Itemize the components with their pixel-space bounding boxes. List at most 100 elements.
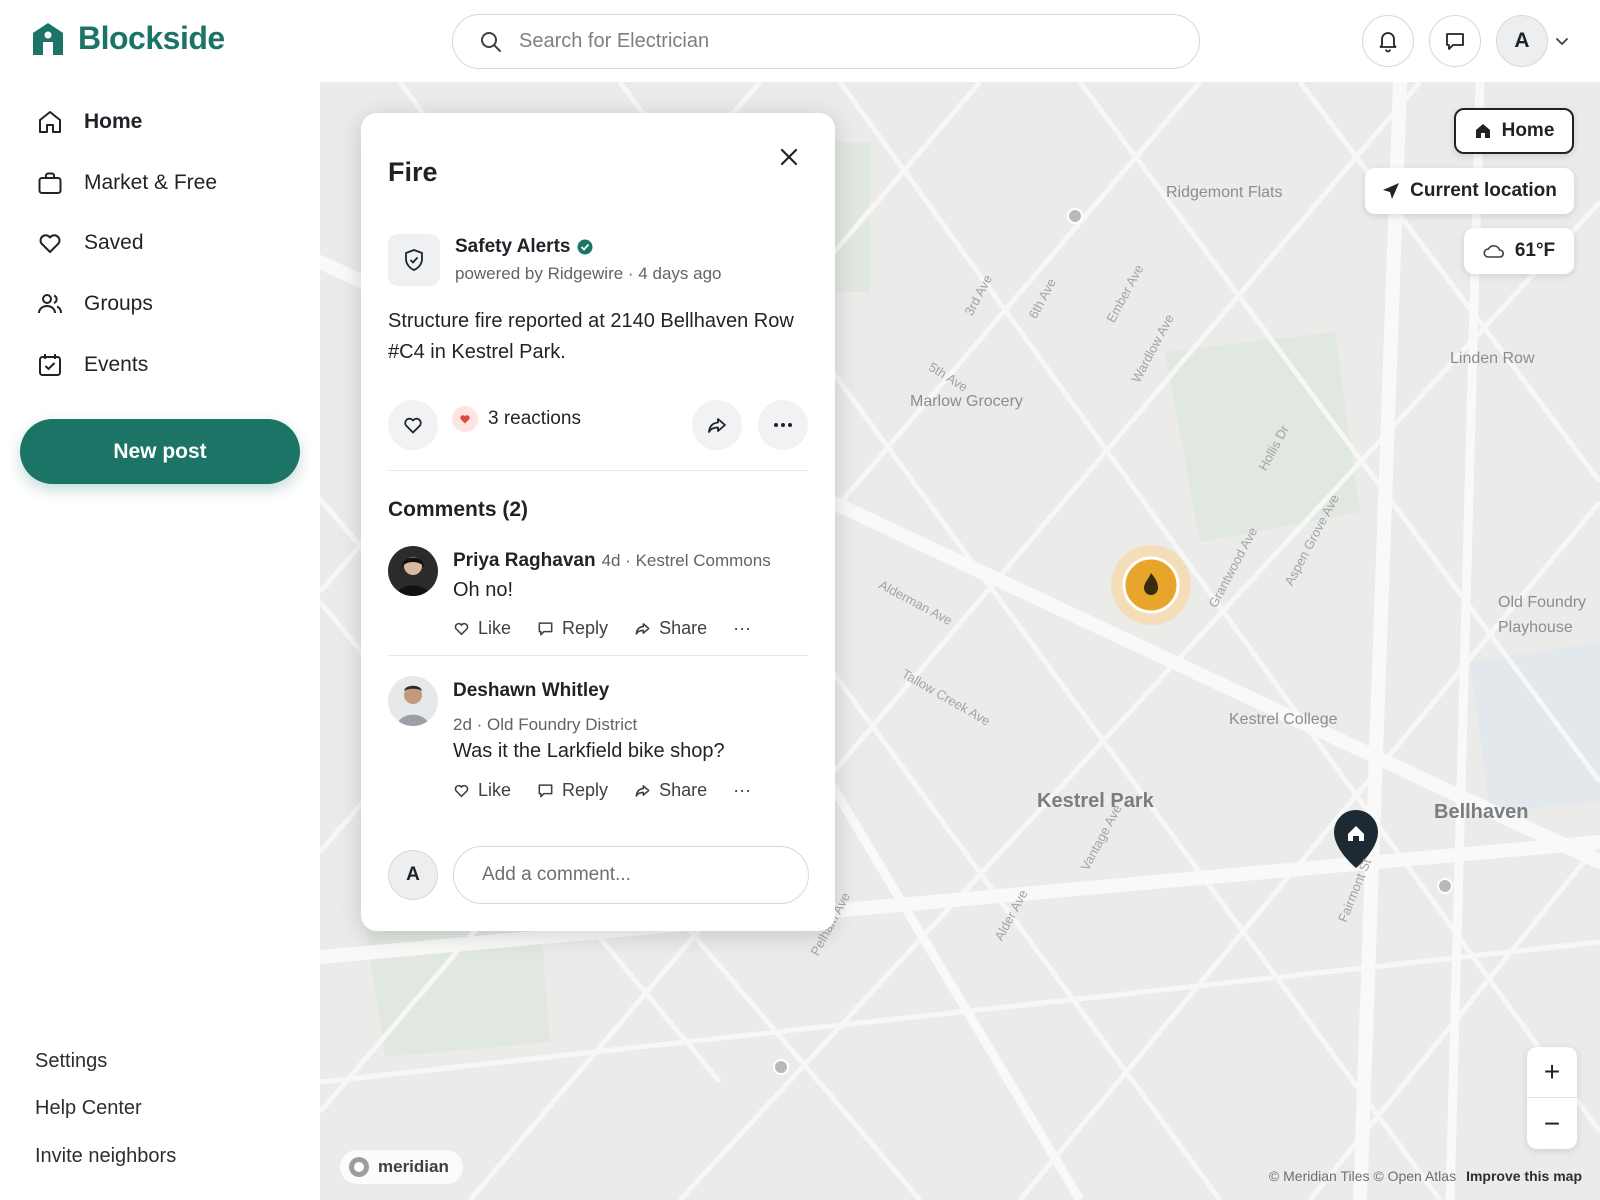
sidebar-item-label: Groups bbox=[84, 292, 153, 315]
person-avatar-icon bbox=[388, 676, 438, 726]
brand-name: Blockside bbox=[78, 20, 225, 56]
reactions-count: 3 reactions bbox=[488, 408, 581, 429]
search-bar[interactable] bbox=[452, 14, 1200, 69]
verified-badge-icon bbox=[577, 239, 593, 255]
map-provider-name: meridian bbox=[378, 1157, 449, 1176]
close-button[interactable] bbox=[771, 139, 807, 175]
commenter-name[interactable]: Deshawn Whitley bbox=[453, 680, 609, 702]
map-label: Marlow Grocery bbox=[910, 393, 1023, 410]
location-arrow-icon bbox=[1383, 183, 1400, 199]
sidebar: Home Market & Free Saved Groups Events N… bbox=[0, 82, 320, 1200]
calendar-check-icon bbox=[39, 354, 61, 376]
share-arrow-icon bbox=[635, 785, 650, 797]
more-options-button[interactable] bbox=[758, 400, 808, 450]
divider bbox=[388, 655, 808, 656]
heart-reaction-icon bbox=[452, 406, 478, 432]
comment-share-button[interactable]: Share bbox=[634, 618, 707, 639]
brand-logo[interactable]: Blockside bbox=[32, 20, 225, 57]
sidebar-item-groups[interactable]: Groups bbox=[36, 290, 153, 318]
commenter-name[interactable]: Priya Raghavan 4d · Kestrel Commons bbox=[453, 550, 771, 572]
comment-actions: Like Reply Share ··· bbox=[453, 780, 751, 801]
source-avatar[interactable] bbox=[388, 234, 440, 286]
help-center-link[interactable]: Help Center bbox=[35, 1097, 142, 1120]
source-meta: powered by Ridgewire · 4 days ago bbox=[455, 264, 722, 283]
map-label: Old Foundry bbox=[1498, 594, 1587, 611]
comment-more-button[interactable]: ··· bbox=[733, 618, 751, 639]
comment-share-button[interactable]: Share bbox=[634, 780, 707, 801]
sidebar-item-saved[interactable]: Saved bbox=[36, 229, 144, 257]
comment-like-button[interactable]: Like bbox=[453, 780, 511, 801]
map-attribution: © Meridian Tiles © Open Atlas Improve th… bbox=[1269, 1168, 1582, 1184]
sidebar-item-home[interactable]: Home bbox=[36, 108, 142, 136]
map-home-button[interactable]: Home bbox=[1454, 108, 1574, 154]
current-location-label: Current location bbox=[1410, 180, 1557, 201]
reactions-summary[interactable]: 3 reactions bbox=[452, 406, 581, 432]
heart-icon bbox=[454, 784, 469, 798]
zoom-in-button[interactable]: + bbox=[1527, 1047, 1577, 1098]
cloud-icon bbox=[1483, 245, 1504, 258]
map-label: Kestrel Park bbox=[1037, 790, 1154, 812]
like-post-button[interactable] bbox=[388, 400, 438, 450]
sidebar-item-events[interactable]: Events bbox=[36, 351, 148, 379]
map-label: Ridgemont Flats bbox=[1166, 184, 1283, 201]
sidebar-item-label: Home bbox=[84, 110, 143, 133]
map-label: Playhouse bbox=[1498, 619, 1573, 636]
heart-icon bbox=[404, 417, 422, 434]
comment-input[interactable] bbox=[453, 846, 809, 904]
new-post-button[interactable]: New post bbox=[20, 419, 300, 484]
search-input[interactable] bbox=[519, 30, 1139, 53]
zoom-out-button[interactable]: − bbox=[1527, 1098, 1577, 1149]
commenter-avatar[interactable] bbox=[388, 676, 438, 726]
notifications-button[interactable] bbox=[1362, 15, 1414, 67]
comment-text: Oh no! bbox=[453, 579, 514, 601]
map-provider-logo: meridian bbox=[340, 1150, 463, 1184]
user-avatar[interactable]: A bbox=[1496, 15, 1548, 67]
current-location-button[interactable]: Current location bbox=[1365, 168, 1574, 214]
fire-alert-marker[interactable] bbox=[1111, 545, 1191, 625]
share-arrow-icon bbox=[635, 623, 650, 635]
messages-button[interactable] bbox=[1429, 15, 1481, 67]
zoom-controls: + − bbox=[1527, 1047, 1577, 1149]
ellipsis-icon bbox=[774, 423, 792, 427]
commenter-name-text: Priya Raghavan bbox=[453, 550, 596, 571]
comment-text: Was it the Larkfield bike shop? bbox=[453, 740, 725, 762]
like-label: Like bbox=[478, 780, 512, 800]
shield-check-icon bbox=[405, 249, 423, 271]
chat-bubble-icon bbox=[538, 622, 553, 636]
comment-like-button[interactable]: Like bbox=[453, 618, 511, 639]
home-icon bbox=[39, 111, 61, 133]
reply-label: Reply bbox=[562, 780, 609, 800]
search-icon bbox=[481, 31, 501, 52]
sidebar-item-label: Market & Free bbox=[84, 171, 218, 194]
shopping-bag-icon bbox=[38, 172, 62, 194]
home-icon bbox=[1475, 124, 1490, 138]
sidebar-item-label: Events bbox=[84, 353, 149, 376]
top-bar: Blockside A bbox=[0, 0, 1600, 82]
divider bbox=[388, 470, 808, 471]
comment-reply-button[interactable]: Reply bbox=[537, 618, 608, 639]
map-label: Bellhaven bbox=[1434, 801, 1529, 823]
comment-more-button[interactable]: ··· bbox=[733, 780, 751, 801]
chat-bubble-icon bbox=[1446, 33, 1464, 50]
post-title: Fire bbox=[388, 157, 438, 187]
source-name[interactable]: Safety Alerts bbox=[455, 236, 593, 258]
share-post-button[interactable] bbox=[692, 400, 742, 450]
chevron-down-icon[interactable] bbox=[1553, 33, 1571, 51]
settings-link[interactable]: Settings bbox=[35, 1050, 107, 1073]
sidebar-item-market[interactable]: Market & Free bbox=[36, 169, 217, 197]
reply-label: Reply bbox=[562, 618, 609, 638]
invite-neighbors-link[interactable]: Invite neighbors bbox=[35, 1145, 176, 1168]
person-avatar-icon bbox=[388, 546, 438, 596]
comment-reply-button[interactable]: Reply bbox=[537, 780, 608, 801]
like-label: Like bbox=[478, 618, 512, 638]
improve-map-link[interactable]: Improve this map bbox=[1466, 1168, 1582, 1184]
house-logo-icon bbox=[33, 22, 63, 55]
chat-bubble-icon bbox=[538, 784, 553, 798]
share-label: Share bbox=[659, 780, 708, 800]
comment-meta: 4d · Kestrel Commons bbox=[601, 551, 771, 570]
map-label: Linden Row bbox=[1450, 350, 1535, 367]
commenter-avatar[interactable] bbox=[388, 546, 438, 596]
weather-badge[interactable]: 61°F bbox=[1464, 228, 1574, 274]
post-body: Structure fire reported at 2140 Bellhave… bbox=[388, 310, 794, 363]
meridian-logo-icon bbox=[349, 1157, 369, 1177]
